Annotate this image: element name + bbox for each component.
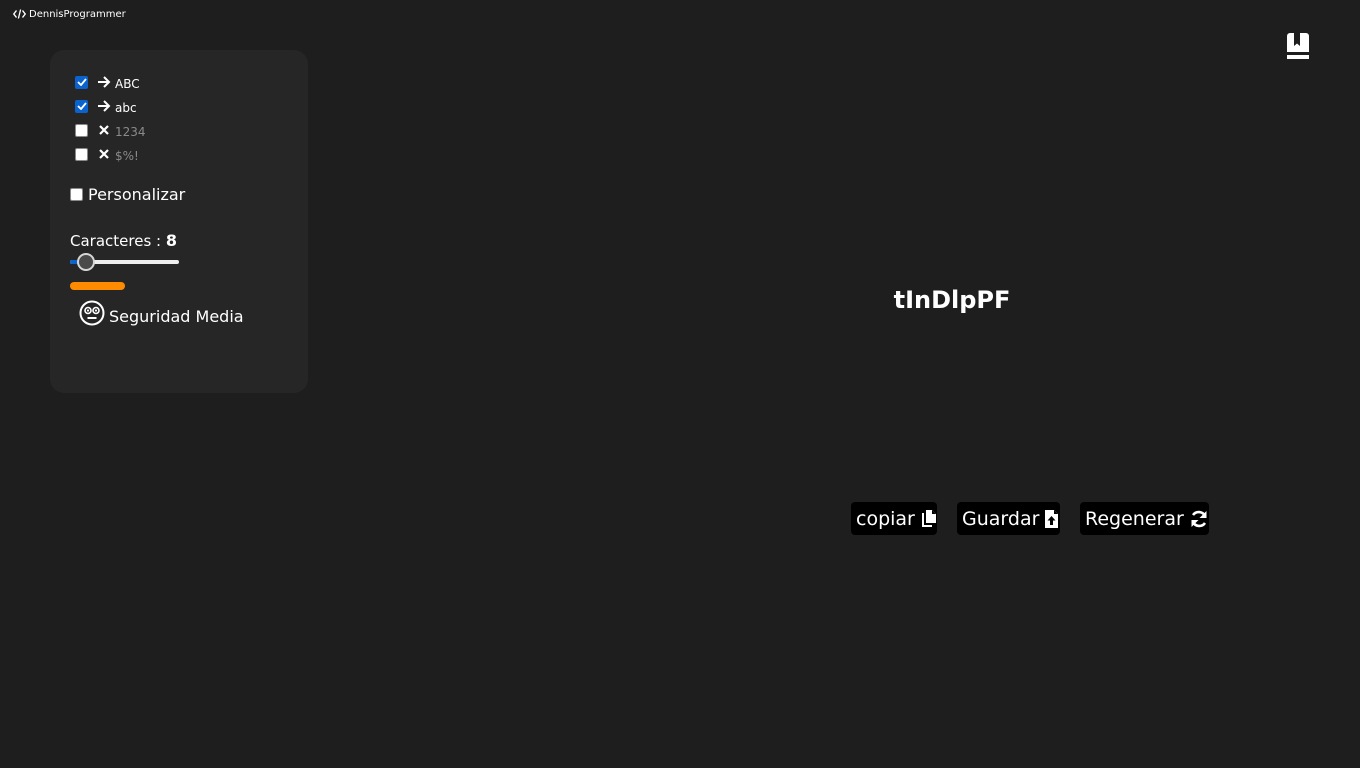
arrow-right-icon <box>97 75 111 89</box>
bookmark-icon[interactable] <box>1285 31 1311 61</box>
face-icon <box>79 300 105 326</box>
regenerate-label: Regenerar <box>1085 507 1184 530</box>
code-icon <box>13 9 26 19</box>
symbols-checkbox[interactable] <box>75 147 88 161</box>
slider-thumb[interactable] <box>77 253 95 271</box>
personalize-label: Personalizar <box>88 184 186 204</box>
security-label: Seguridad Media <box>109 306 244 326</box>
save-button[interactable]: Guardar <box>957 502 1060 535</box>
option-uppercase[interactable]: ABC <box>75 72 140 92</box>
x-icon <box>97 147 111 161</box>
security-level: Seguridad Media <box>79 300 244 326</box>
personalize-checkbox[interactable] <box>70 187 83 201</box>
copy-label: copiar <box>856 507 915 530</box>
numbers-label: 1234 <box>115 125 146 139</box>
arrow-right-icon <box>97 99 111 113</box>
symbols-label: $%! <box>115 149 139 163</box>
brand-name: DennisProgrammer <box>29 8 126 20</box>
option-lowercase[interactable]: abc <box>75 96 137 116</box>
strength-bar <box>70 282 125 290</box>
lowercase-label: abc <box>115 101 137 115</box>
lowercase-checkbox[interactable] <box>75 99 88 113</box>
x-icon <box>97 123 111 137</box>
refresh-icon <box>1189 509 1209 529</box>
length-value: 8 <box>165 231 177 250</box>
length-label: Caracteres : 8 <box>70 231 177 251</box>
regenerate-button[interactable]: Regenerar <box>1080 502 1209 535</box>
options-panel: ABC abc 1234 $%! Personalizar Caracteres… <box>50 50 308 393</box>
personalize-option[interactable]: Personalizar <box>70 184 185 204</box>
save-label: Guardar <box>962 507 1040 530</box>
numbers-checkbox[interactable] <box>75 123 88 137</box>
option-symbols[interactable]: $%! <box>75 144 139 164</box>
copy-button[interactable]: copiar <box>851 502 937 535</box>
length-label-text: Caracteres : <box>70 232 166 250</box>
uppercase-label: ABC <box>115 77 140 91</box>
copy-icon <box>920 509 937 529</box>
generated-password: tInDlpPF <box>893 286 1011 314</box>
uppercase-checkbox[interactable] <box>75 75 88 89</box>
file-upload-icon <box>1044 509 1059 529</box>
length-slider[interactable] <box>70 252 180 272</box>
option-numbers[interactable]: 1234 <box>75 120 146 140</box>
brand[interactable]: DennisProgrammer <box>13 6 126 22</box>
